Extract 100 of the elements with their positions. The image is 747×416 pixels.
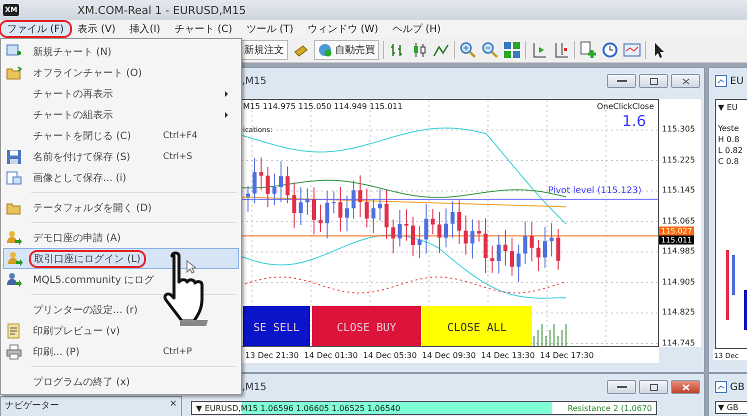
- close-order-button[interactable]: CLOSE ALL: [422, 306, 532, 346]
- ohlc-text: C 0.8: [718, 157, 739, 166]
- menu-item[interactable]: チャートの再表示: [3, 83, 239, 104]
- candle: [338, 186, 342, 232]
- menu-item[interactable]: ヘルプ (H): [385, 21, 448, 37]
- candle: [470, 218, 474, 259]
- menu-item[interactable]: チャートを閉じる (C) Ctrl+F4: [3, 125, 239, 146]
- restore-button[interactable]: [639, 74, 668, 88]
- resistance-label: Resistance 2 (1.0670: [568, 404, 652, 412]
- add-indicator-icon[interactable]: [579, 41, 597, 59]
- time-label: 14 Dec 01:30: [304, 350, 359, 360]
- close-button[interactable]: [671, 380, 700, 394]
- person-icon: [6, 272, 22, 288]
- menu-item[interactable]: 新規チャート (N): [3, 41, 239, 62]
- ohlc-text: Yeste: [718, 124, 739, 133]
- person-icon: [7, 250, 23, 266]
- candle: [312, 186, 316, 235]
- candle: [457, 200, 462, 244]
- time-label: 14 Dec 17:30: [540, 350, 595, 360]
- zoom-in-icon[interactable]: [459, 41, 477, 59]
- candle: [404, 208, 408, 242]
- pointer-icon: [186, 260, 196, 274]
- chart-window-title: GB: [730, 382, 745, 392]
- menu-item[interactable]: ファイル (F): [0, 21, 71, 37]
- zoom-out-icon[interactable]: [481, 41, 499, 59]
- template-icon[interactable]: [623, 41, 641, 59]
- close-button[interactable]: ×: [169, 399, 177, 415]
- price-label: 114.905: [662, 277, 696, 286]
- menu-item[interactable]: チャート (C): [167, 21, 240, 37]
- time-label: 14 Dec 09:30: [422, 350, 477, 360]
- candle: [325, 190, 330, 239]
- auto-trading-icon: [318, 43, 332, 57]
- chart-window-icon: [715, 75, 727, 87]
- restore-icon: [650, 78, 658, 84]
- menu-item[interactable]: 挿入(I): [122, 21, 168, 37]
- candle: [272, 173, 276, 206]
- candle: [550, 222, 554, 257]
- minimize-button[interactable]: [607, 380, 636, 394]
- menu-item[interactable]: チャートの組表示: [3, 104, 239, 125]
- menu-item[interactable]: 印刷プレビュー (v): [3, 320, 239, 341]
- print-preview-icon: [6, 322, 22, 338]
- shortcut-label: Ctrl+F4: [163, 130, 198, 140]
- one-click-close-label: OneClickClose: [596, 102, 654, 111]
- menu-item[interactable]: ウィンドウ (W): [300, 21, 386, 37]
- menu-item[interactable]: プリンターの設定... (r): [3, 299, 239, 320]
- menu-item[interactable]: MQL5.community にログ: [3, 269, 239, 290]
- close-button[interactable]: [671, 74, 700, 88]
- pivot-level-label: Pivot level (115.123): [548, 186, 642, 196]
- menu-item[interactable]: 取引口座にログイン (L): [3, 248, 239, 269]
- window-title: XM.COM-Real 1 - EURUSD,M15: [76, 4, 246, 16]
- tile-windows-icon[interactable]: [503, 41, 521, 59]
- menu-item[interactable]: 印刷... (P) Ctrl+P: [3, 341, 239, 362]
- minimize-icon: [616, 385, 626, 389]
- close-order-button[interactable]: SE SELL: [243, 306, 310, 346]
- candle: [318, 204, 323, 233]
- chart-window-icon: [715, 381, 727, 393]
- minimize-button[interactable]: [607, 74, 636, 88]
- candle: [252, 158, 257, 204]
- new-order-button[interactable]: 新規注文: [240, 40, 288, 60]
- candle: [484, 218, 488, 274]
- menu-item[interactable]: ツール (T): [239, 21, 300, 37]
- menu-item[interactable]: デモ口座の申請 (A): [3, 227, 239, 248]
- submenu-arrow-icon: [225, 90, 228, 96]
- candle: [345, 195, 349, 232]
- chart-window-title: ,M15: [242, 76, 267, 86]
- ohlc-text: L 0.82: [718, 146, 743, 155]
- menu-item[interactable]: オフラインチャート (O): [3, 62, 239, 83]
- candle: [464, 214, 468, 256]
- price-label: 115.145: [662, 186, 696, 194]
- chart-window-title: EU: [730, 76, 744, 86]
- menu-item[interactable]: 名前を付けて保存 (S) Ctrl+S: [3, 146, 239, 167]
- auto-trading-button[interactable]: 自動売買: [314, 40, 379, 60]
- candle: [371, 198, 376, 234]
- candle: [543, 226, 547, 268]
- person-icon: [6, 230, 22, 246]
- candle: [398, 209, 402, 248]
- menu-item[interactable]: 画像として保存... (i): [3, 167, 239, 188]
- menu-item[interactable]: プログラムの終了 (x): [3, 371, 239, 392]
- close-icon: [682, 384, 690, 390]
- candle: [490, 245, 494, 274]
- time-label: 13 Dec 21:30: [245, 350, 300, 360]
- candle: [430, 208, 435, 235]
- candle: [378, 188, 382, 222]
- candle: [536, 240, 540, 272]
- symbol-label: ▼ EU: [718, 103, 738, 112]
- clock-icon[interactable]: [601, 41, 619, 59]
- candle: [477, 220, 481, 242]
- restore-icon: [650, 384, 658, 390]
- restore-button[interactable]: [639, 380, 668, 394]
- price-label: 114.825: [662, 308, 696, 316]
- price-label: 114.745: [662, 338, 696, 347]
- menu-item[interactable]: テータフォルダを開く (D): [3, 197, 239, 218]
- time-label: 14 Dec 13:30: [481, 350, 536, 360]
- candle: [424, 203, 428, 254]
- candle: [279, 160, 283, 203]
- candle: [259, 157, 264, 190]
- price-label: 115.225: [662, 155, 696, 164]
- menu-item[interactable]: 表示 (V): [70, 21, 123, 37]
- candle: [496, 234, 501, 274]
- picture-icon: [6, 170, 22, 186]
